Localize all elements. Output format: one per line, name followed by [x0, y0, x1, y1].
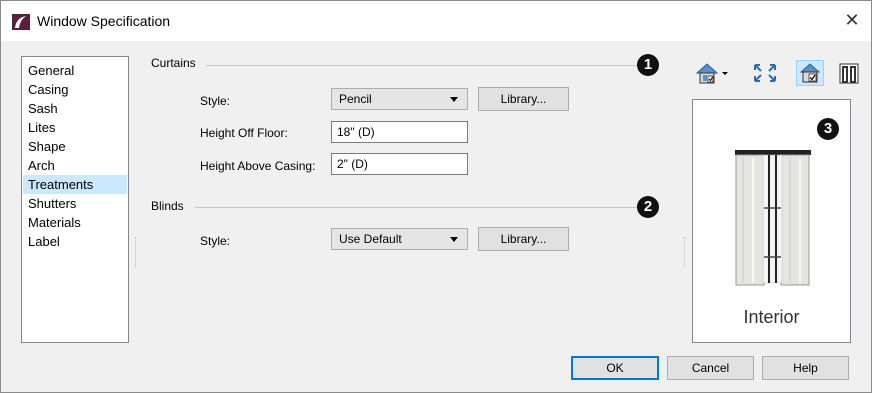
splitter-grip[interactable]: [135, 237, 138, 267]
curtains-divider: [206, 65, 638, 66]
close-button[interactable]: ✕: [839, 7, 865, 33]
app-logo-icon: [12, 14, 30, 30]
curtains-style-label: Style:: [200, 94, 231, 108]
curtain-preview-image: [735, 150, 811, 286]
height-off-floor-value: 18" (D): [337, 125, 375, 139]
blinds-group-label: Blinds: [151, 199, 184, 213]
chevron-down-icon: [450, 97, 458, 102]
sidebar-item-label[interactable]: Label: [23, 232, 127, 251]
title-bar: Window Specification ✕: [1, 1, 871, 41]
callout-2: 2: [637, 196, 659, 218]
sidebar-item-treatments[interactable]: Treatments: [23, 175, 127, 194]
view-type-icon: [695, 63, 728, 84]
sidebar-item-casing[interactable]: Casing: [23, 80, 127, 99]
exterior-view-button[interactable]: [835, 60, 863, 86]
blinds-style-select[interactable]: Use Default: [331, 228, 468, 250]
sidebar-item-lites[interactable]: Lites: [23, 118, 127, 137]
sidebar-item-general[interactable]: General: [23, 61, 127, 80]
window-specification-dialog: Window Specification ✕ General Casing Sa…: [0, 0, 872, 393]
cancel-button[interactable]: Cancel: [667, 356, 754, 380]
dialog-title: Window Specification: [37, 13, 171, 29]
blinds-library-button[interactable]: Library...: [478, 227, 569, 251]
blinds-style-label: Style:: [200, 234, 231, 248]
curtains-group-label: Curtains: [151, 56, 196, 70]
interior-view-button[interactable]: [796, 60, 824, 86]
sidebar-item-shape[interactable]: Shape: [23, 137, 127, 156]
chevron-down-icon: [450, 237, 458, 242]
sidebar-item-sash[interactable]: Sash: [23, 99, 127, 118]
sidebar-item-shutters[interactable]: Shutters: [23, 194, 127, 213]
height-off-floor-label: Height Off Floor:: [200, 126, 288, 140]
curtains-style-value: Pencil: [339, 92, 372, 106]
interior-view-icon: [799, 63, 821, 83]
curtains-library-button[interactable]: Library...: [478, 87, 569, 111]
ok-button[interactable]: OK: [571, 356, 659, 380]
fill-window-button[interactable]: [751, 60, 779, 86]
curtains-style-select[interactable]: Pencil: [331, 88, 468, 110]
splitter-grip-right[interactable]: [684, 237, 687, 267]
sidebar-item-materials[interactable]: Materials: [23, 213, 127, 232]
sidebar-item-arch[interactable]: Arch: [23, 156, 127, 175]
callout-1: 1: [637, 54, 659, 76]
height-above-casing-input[interactable]: 2" (D): [331, 153, 468, 175]
help-button[interactable]: Help: [762, 356, 849, 380]
blinds-style-value: Use Default: [339, 232, 402, 246]
height-above-casing-value: 2" (D): [337, 157, 368, 171]
height-above-casing-label: Height Above Casing:: [200, 159, 316, 173]
blinds-divider: [195, 207, 638, 208]
view-type-dropdown-button[interactable]: [693, 60, 731, 86]
height-off-floor-input[interactable]: 18" (D): [331, 121, 468, 143]
preview-caption: Interior: [743, 307, 800, 327]
preview-pane: 3 Interior: [692, 99, 851, 343]
category-list: General Casing Sash Lites Shape Arch Tre…: [21, 56, 129, 343]
exterior-view-icon: [839, 63, 859, 84]
fill-window-icon: [754, 64, 776, 82]
